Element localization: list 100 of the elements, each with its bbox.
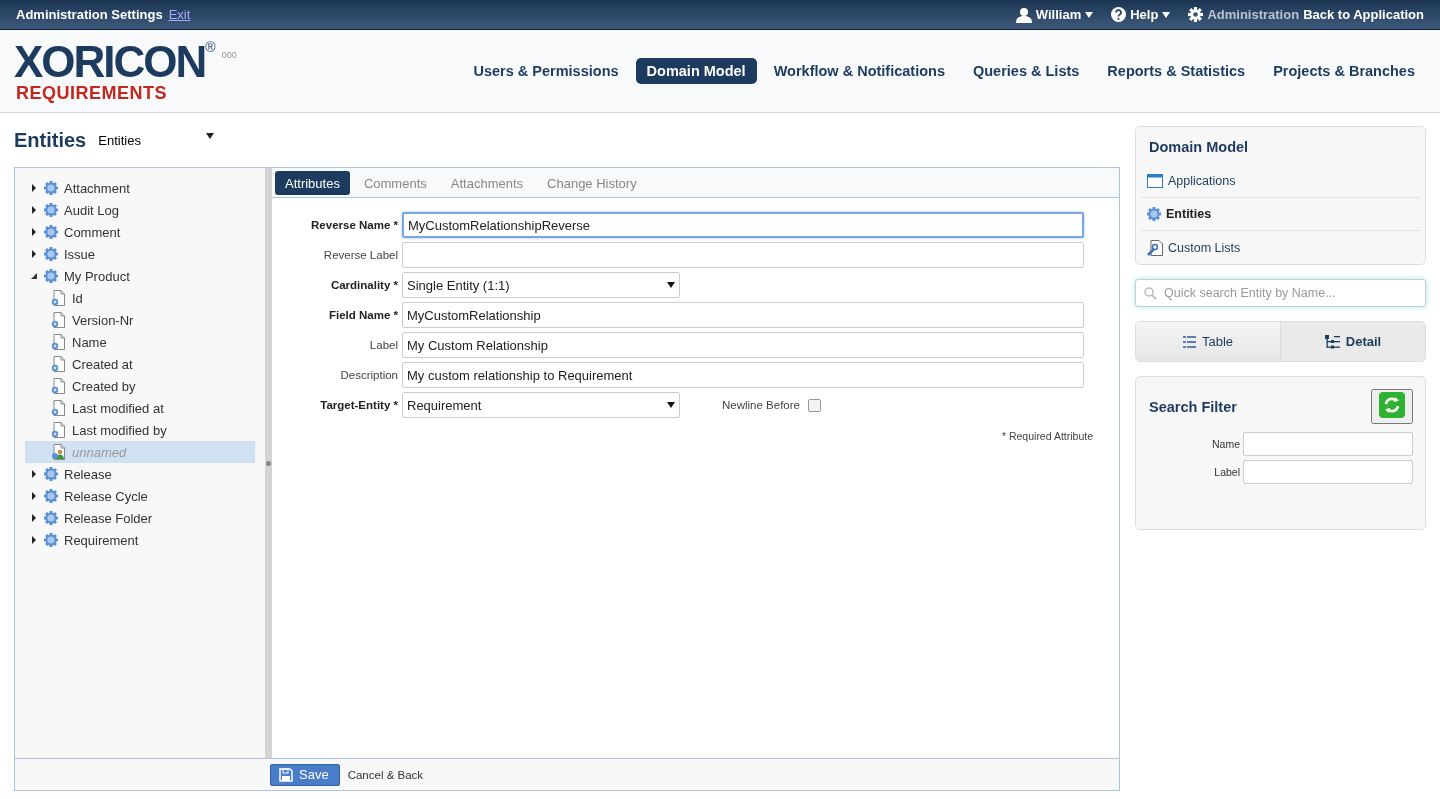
collapse-caret-icon: [30, 272, 38, 280]
back-link[interactable]: Back to Application: [1303, 7, 1424, 22]
nav-tab[interactable]: Reports & Statistics: [1096, 58, 1257, 84]
admin-link[interactable]: Administration: [1207, 7, 1300, 22]
logo-wordmark: XORICON: [14, 40, 206, 84]
input-field[interactable]: MyCustomRelationshipReverse: [402, 212, 1084, 238]
help-icon: [1111, 7, 1127, 22]
attribute-icon: [51, 356, 66, 372]
expand-caret-icon: [30, 536, 38, 544]
tree-item[interactable]: Created by: [25, 375, 255, 397]
card-title: Search Filter: [1149, 398, 1237, 415]
nav-tab[interactable]: Projects & Branches: [1262, 58, 1426, 84]
save-button[interactable]: Save: [270, 763, 340, 786]
select-field[interactable]: Requirement: [402, 392, 680, 418]
entity-icon: [1147, 207, 1161, 221]
required-note: * Required Attribute: [1000, 429, 1093, 442]
tree-item[interactable]: Comment: [25, 221, 255, 243]
field-label: Description: [339, 369, 399, 381]
tree-item[interactable]: Requirement: [25, 529, 255, 551]
search-icon: [1144, 287, 1157, 300]
refresh-button[interactable]: [1371, 389, 1413, 424]
tree-item[interactable]: Release: [25, 463, 255, 485]
tree-item[interactable]: Id: [25, 287, 255, 309]
tree-item[interactable]: Last modified at: [25, 397, 255, 419]
entity-icon: [44, 269, 58, 283]
entity-icon: [44, 203, 58, 217]
tree-item[interactable]: Release Folder: [25, 507, 255, 529]
tree-item[interactable]: Last modified by: [25, 419, 255, 441]
tab[interactable]: Attributes: [275, 171, 350, 195]
logo-subtitle: REQUIREMENTS: [16, 84, 168, 102]
field-label: Field Name *: [327, 309, 399, 321]
caret-icon: [667, 282, 675, 288]
sidebar-item[interactable]: Entities: [1141, 198, 1420, 231]
attribute-icon: [51, 312, 66, 328]
view-toggle-button[interactable]: Table: [1136, 322, 1280, 361]
input-field[interactable]: [402, 242, 1084, 268]
nav-tab[interactable]: Domain Model: [635, 58, 757, 84]
expand-caret-icon: [30, 470, 38, 478]
app-title: Administration Settings: [16, 7, 163, 22]
view-toggle-button[interactable]: Detail: [1280, 322, 1425, 361]
nav-tab[interactable]: Users & Permissions: [462, 58, 630, 84]
user-menu[interactable]: William: [1015, 6, 1094, 23]
input-field[interactable]: [1243, 460, 1413, 484]
field-label: Reverse Name *: [310, 219, 399, 231]
caret-icon: [206, 132, 215, 139]
user-icon: [1015, 6, 1032, 23]
cancel-link[interactable]: Cancel & Back: [347, 768, 424, 781]
attribute-icon: [51, 422, 66, 438]
relation-icon: [51, 444, 66, 460]
splitter-handle[interactable]: [266, 460, 271, 466]
sidebar-item[interactable]: Applications: [1141, 165, 1420, 198]
attribute-icon: [51, 290, 66, 306]
input-field[interactable]: MyCustomRelationship: [402, 302, 1084, 328]
input-field[interactable]: My custom relationship to Requirement: [402, 362, 1084, 388]
tree-item[interactable]: Issue: [25, 243, 255, 265]
expand-caret-icon: [30, 250, 38, 258]
card-title: Domain Model: [1148, 139, 1250, 157]
expand-caret-icon: [30, 492, 38, 500]
field-label: Label: [1214, 466, 1240, 478]
tree-item[interactable]: Version-Nr: [25, 309, 255, 331]
field-label: Target-Entity *: [319, 399, 399, 411]
expand-caret-icon: [30, 514, 38, 522]
field-label: Reverse Label: [322, 249, 399, 261]
window-icon: [1147, 174, 1163, 188]
tree-item[interactable]: Name: [25, 331, 255, 353]
field-label: Cardinality *: [329, 279, 399, 291]
hierarchy-icon: [1324, 334, 1340, 349]
tree-item[interactable]: Audit Log: [25, 199, 255, 221]
exit-link[interactable]: Exit: [168, 7, 191, 22]
sidebar-item[interactable]: Custom Lists: [1141, 231, 1420, 264]
view-dropdown[interactable]: Entities: [98, 132, 215, 148]
tree-item[interactable]: Release Cycle: [25, 485, 255, 507]
tab[interactable]: Comments: [353, 171, 437, 195]
page-title: Entities: [14, 128, 87, 152]
field-label: Label: [368, 339, 399, 351]
attribute-icon: [51, 400, 66, 416]
help-menu[interactable]: Help: [1111, 7, 1171, 22]
checkbox-label: Newline Before: [722, 399, 800, 411]
expand-caret-icon: [30, 184, 38, 192]
caret-icon: [1085, 11, 1094, 18]
tree-item[interactable]: My Product: [25, 265, 255, 287]
caret-icon: [1162, 11, 1171, 18]
nav-tab[interactable]: Queries & Lists: [962, 58, 1091, 84]
input-field[interactable]: [1243, 432, 1413, 456]
tree-item[interactable]: Attachment: [25, 177, 255, 199]
checkbox[interactable]: [808, 398, 821, 412]
input-field[interactable]: My Custom Relationship: [402, 332, 1084, 358]
nav-tab[interactable]: Workflow & Notifications: [762, 58, 956, 84]
entity-icon: [44, 181, 58, 195]
gear-icon: [1188, 7, 1204, 22]
refresh-icon: [1379, 392, 1405, 418]
version-label: 000: [221, 50, 237, 60]
caret-icon: [667, 402, 675, 408]
search-field[interactable]: Quick search Entity by Name...: [1135, 279, 1426, 307]
tree-item[interactable]: Created at: [25, 353, 255, 375]
entity-icon: [44, 225, 58, 239]
attribute-icon: [51, 334, 66, 350]
entity-icon: [44, 467, 58, 481]
select-field[interactable]: Single Entity (1:1): [402, 272, 680, 298]
entity-icon: [44, 247, 58, 261]
